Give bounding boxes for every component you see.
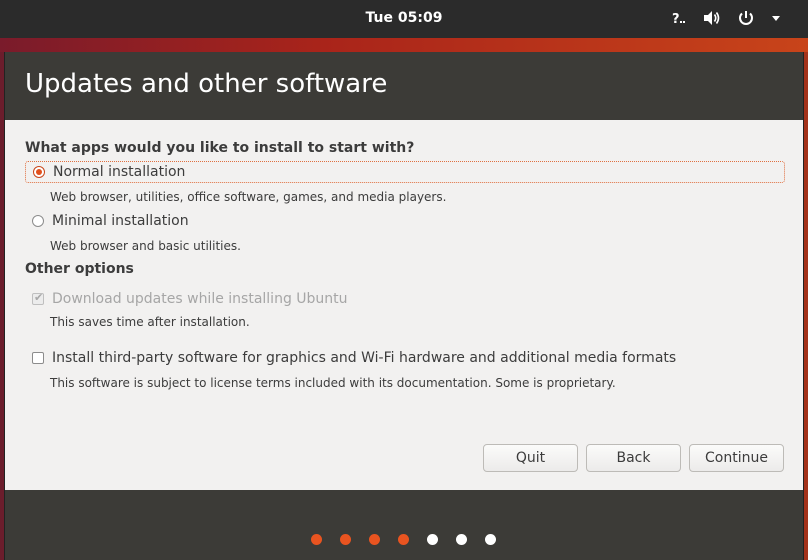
progress-dot-completed [340, 534, 351, 545]
back-button[interactable]: Back [586, 444, 681, 472]
quit-button[interactable]: Quit [483, 444, 578, 472]
normal-installation-option[interactable]: Normal installation [25, 161, 785, 183]
progress-dot-pending [485, 534, 496, 545]
install-section-heading: What apps would you like to install to s… [25, 140, 415, 156]
third-party-label[interactable]: Install third-party software for graphic… [52, 350, 676, 366]
progress-dot-completed [311, 534, 322, 545]
system-tray: ? [668, 9, 790, 27]
chevron-down-icon[interactable] [770, 9, 790, 27]
volume-icon[interactable] [702, 9, 722, 27]
other-options-heading: Other options [25, 261, 134, 277]
download-updates-description: This saves time after installation. [50, 315, 250, 329]
minimal-installation-label[interactable]: Minimal installation [52, 213, 189, 229]
normal-installation-description: Web browser, utilities, office software,… [50, 190, 447, 204]
minimal-installation-option[interactable]: Minimal installation [25, 210, 785, 232]
window-header: Updates and other software [5, 52, 803, 120]
progress-dot-completed [369, 534, 380, 545]
installer-window: Updates and other software What apps wou… [4, 52, 804, 560]
progress-footer [5, 490, 803, 560]
progress-dot-pending [427, 534, 438, 545]
minimal-installation-radio[interactable] [32, 215, 44, 227]
normal-installation-radio[interactable] [33, 166, 45, 178]
svg-text:?: ? [672, 12, 680, 27]
minimal-installation-description: Web browser and basic utilities. [50, 239, 241, 253]
third-party-option[interactable]: Install third-party software for graphic… [25, 347, 785, 369]
page-title: Updates and other software [25, 69, 388, 99]
accessibility-icon[interactable]: ? [668, 9, 688, 27]
normal-installation-label[interactable]: Normal installation [53, 164, 185, 180]
desktop-background [0, 38, 808, 52]
progress-dot-pending [456, 534, 467, 545]
power-icon[interactable] [736, 9, 756, 27]
download-updates-checkbox: ✔ [32, 291, 44, 305]
download-updates-label: Download updates while installing Ubuntu [52, 291, 348, 307]
third-party-checkbox[interactable] [32, 352, 44, 364]
top-panel: Tue 05:09 ? [0, 0, 808, 38]
progress-dots [311, 534, 496, 545]
continue-button[interactable]: Continue [689, 444, 784, 472]
content-area: What apps would you like to install to s… [5, 120, 803, 490]
third-party-description: This software is subject to license term… [50, 376, 616, 390]
download-updates-option: ✔ Download updates while installing Ubun… [25, 288, 785, 310]
progress-dot-completed [398, 534, 409, 545]
